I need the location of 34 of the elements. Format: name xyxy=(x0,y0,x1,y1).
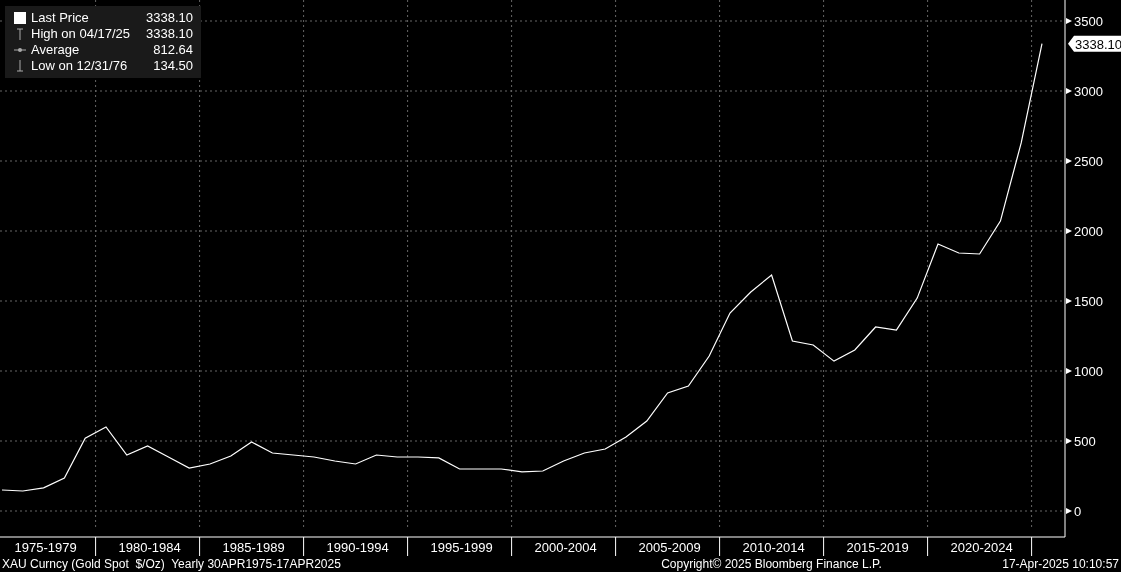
y-tick-label: 0 xyxy=(1074,504,1082,519)
legend-label: Average xyxy=(31,42,80,58)
legend-label: Low on 12/31/76 xyxy=(31,58,128,74)
price-tag: 3338.10 xyxy=(1068,35,1121,52)
x-tick-label: 1990-1994 xyxy=(326,540,389,555)
high-marker-icon xyxy=(16,28,24,40)
y-tick-label: 1500 xyxy=(1074,294,1103,309)
legend-label: Last Price xyxy=(31,10,89,26)
y-tick-label: 2500 xyxy=(1074,154,1103,169)
x-tick-label: 2015-2019 xyxy=(846,540,909,555)
x-tick-label: 2000-2004 xyxy=(534,540,597,555)
x-tick-label: 1975-1979 xyxy=(14,540,77,555)
x-tick-label: 2020-2024 xyxy=(950,540,1013,555)
y-tick-label: 1000 xyxy=(1074,364,1103,379)
legend-value: 812.64 xyxy=(152,42,194,58)
legend-value: 134.50 xyxy=(152,58,194,74)
timestamp: 17-Apr-2025 10:10:57 xyxy=(1002,556,1119,572)
security-description: XAU Curncy (Gold Spot $/Oz) Yearly 30APR1975-17APR2025 xyxy=(2,556,341,572)
x-tick-label: 1985-1989 xyxy=(222,540,285,555)
x-tick-label: 2005-2009 xyxy=(638,540,701,555)
x-tick-label: 1980-1984 xyxy=(118,540,181,555)
copyright-text: Copyright© 2025 Bloomberg Finance L.P. xyxy=(661,556,882,572)
y-tick-label: 2000 xyxy=(1074,224,1103,239)
legend-value: 3338.10 xyxy=(145,10,194,26)
square-icon xyxy=(14,12,26,24)
y-tick-label: 3500 xyxy=(1074,14,1103,29)
legend-value: 3338.10 xyxy=(145,26,194,42)
x-tick-label: 1995-1999 xyxy=(430,540,493,555)
x-tick-label: 2010-2014 xyxy=(742,540,805,555)
low-marker-icon xyxy=(16,60,24,72)
y-tick-label: 500 xyxy=(1074,434,1096,449)
average-marker-icon xyxy=(14,47,26,53)
y-tick-label: 3000 xyxy=(1074,84,1103,99)
legend-label: High on 04/17/25 xyxy=(31,26,131,42)
